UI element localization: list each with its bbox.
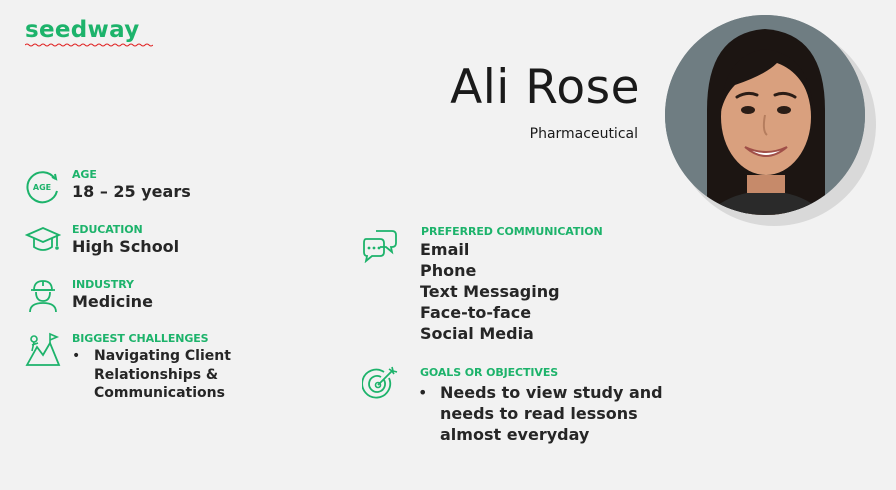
education-label: EDUCATION — [72, 223, 143, 236]
challenges-item-continued: Relationships & — [72, 366, 231, 385]
goals-label: GOALS OR OBJECTIVES — [420, 366, 559, 379]
challenges-item-continued: Communications — [72, 384, 231, 403]
graduation-cap-icon — [25, 227, 61, 251]
industry-label: INDUSTRY — [72, 278, 134, 291]
communication-item: Face-to-face — [420, 303, 532, 322]
goals-item-continued: almost everyday — [418, 424, 663, 445]
goals-item-continued: needs to read lessons — [418, 403, 663, 424]
brand-logo-text: seedway — [25, 17, 140, 43]
challenges-item-line: Communications — [94, 385, 225, 401]
challenges-label: BIGGEST CHALLENGES — [72, 332, 209, 345]
persona-role: Pharmaceutical — [529, 126, 638, 142]
worker-hardhat-icon — [29, 280, 57, 313]
brand-logo: seedway — [25, 17, 153, 47]
communication-label: PREFERRED COMMUNICATION — [421, 225, 603, 238]
goals-item-line: almost everyday — [440, 425, 590, 444]
portrait-illustration — [665, 15, 865, 215]
goals-list: Needs to view study and needs to read le… — [418, 382, 663, 445]
challenges-item-line: Relationships & — [94, 366, 219, 383]
age-icon-text: AGE — [33, 183, 51, 192]
chat-bubbles-icon — [363, 230, 397, 263]
persona-name: Ali Rose — [450, 60, 640, 115]
spellcheck-squiggle — [25, 43, 153, 47]
communication-list: Email Phone Text Messaging Face-to-face … — [420, 239, 560, 344]
climbing-challenge-icon — [25, 332, 61, 366]
communication-item: Phone — [420, 261, 477, 280]
industry-value: Medicine — [72, 292, 153, 311]
portrait-image — [665, 15, 865, 215]
communication-item: Text Messaging — [420, 282, 560, 301]
age-circle-icon: AGE — [26, 171, 58, 204]
age-value: 18 – 25 years — [72, 182, 191, 201]
communication-item: Email — [420, 240, 470, 259]
education-value: High School — [72, 237, 180, 256]
age-label: AGE — [72, 168, 97, 181]
goals-item-line: needs to read lessons — [440, 404, 638, 423]
challenges-item: Navigating Client — [72, 347, 231, 366]
goals-item: Needs to view study and — [418, 382, 663, 403]
communication-item: Social Media — [420, 324, 534, 343]
challenges-list: Navigating Client Relationships & Commun… — [72, 347, 231, 403]
target-arrow-icon — [362, 366, 398, 399]
persona-photo — [665, 15, 880, 230]
